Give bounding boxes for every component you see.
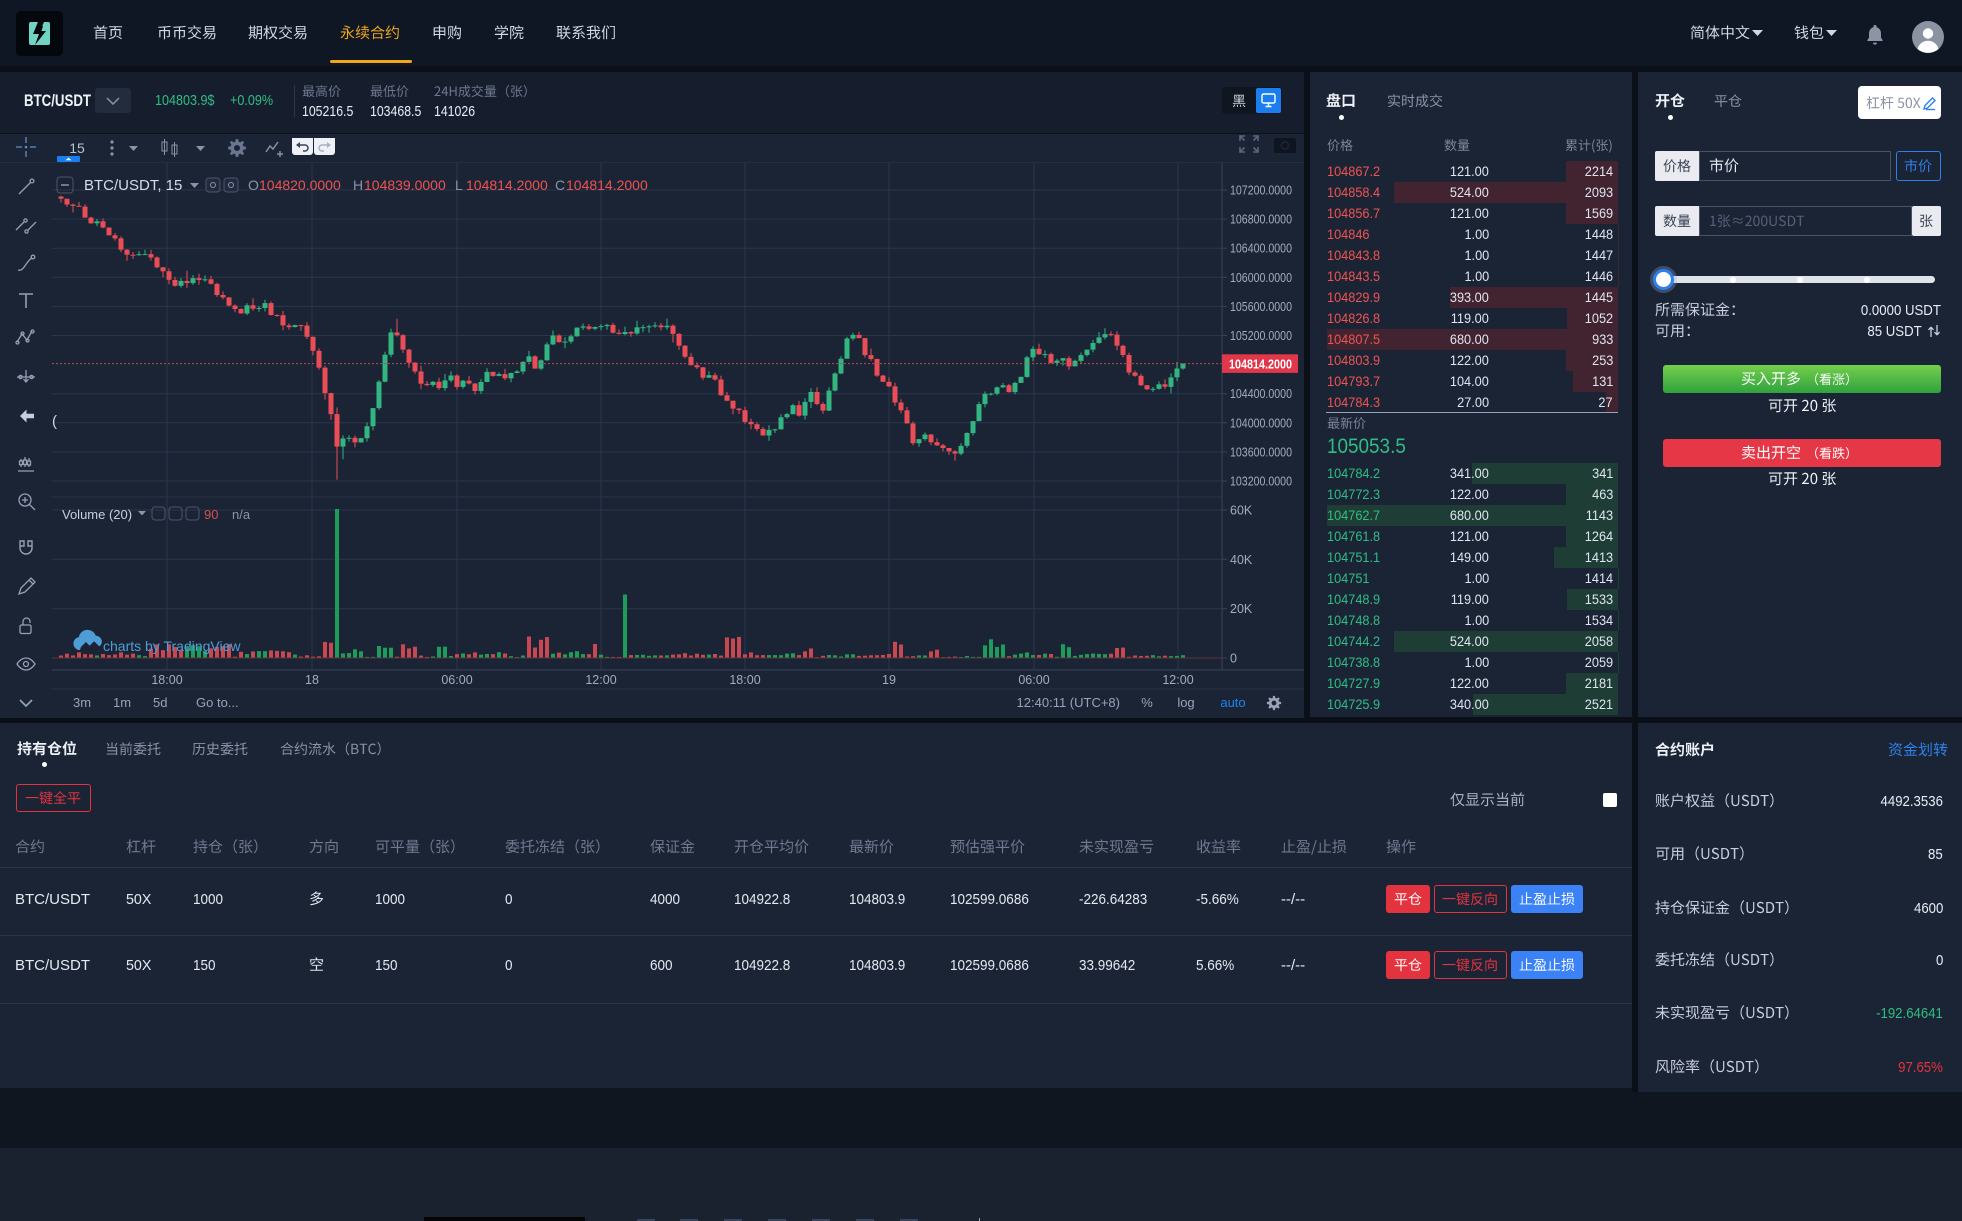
svg-text:1m: 1m bbox=[113, 695, 131, 710]
svg-text:104814.2000: 104814.2000 bbox=[1229, 357, 1292, 371]
svg-text:06:00: 06:00 bbox=[1018, 673, 1049, 687]
svg-text:O: O bbox=[248, 177, 259, 193]
svg-text:auto: auto bbox=[1220, 695, 1245, 710]
svg-text:103600.0000: 103600.0000 bbox=[1230, 445, 1292, 459]
svg-text:106400.0000: 106400.0000 bbox=[1230, 242, 1292, 256]
svg-text:104839.0000: 104839.0000 bbox=[364, 177, 446, 193]
svg-text:12:00: 12:00 bbox=[1162, 673, 1193, 687]
svg-text:Volume (20): Volume (20) bbox=[62, 507, 132, 522]
svg-text:06:00: 06:00 bbox=[441, 673, 472, 687]
svg-text:0: 0 bbox=[1230, 652, 1237, 666]
svg-text:L: L bbox=[455, 177, 463, 193]
svg-text:104400.0000: 104400.0000 bbox=[1230, 387, 1292, 401]
svg-text:Go to...: Go to... bbox=[196, 695, 239, 710]
svg-text:18: 18 bbox=[305, 673, 319, 687]
svg-text:103200.0000: 103200.0000 bbox=[1230, 475, 1292, 489]
svg-text:40K: 40K bbox=[1230, 553, 1253, 567]
svg-text:18:00: 18:00 bbox=[729, 673, 760, 687]
svg-text:90: 90 bbox=[204, 507, 218, 522]
svg-text:105200.0000: 105200.0000 bbox=[1230, 329, 1292, 343]
svg-text:104814.2000: 104814.2000 bbox=[566, 177, 648, 193]
svg-text:12:00: 12:00 bbox=[585, 673, 616, 687]
svg-text:BTC/USDT, 15: BTC/USDT, 15 bbox=[84, 177, 182, 194]
svg-text:104814.2000: 104814.2000 bbox=[466, 177, 548, 193]
svg-text:105600.0000: 105600.0000 bbox=[1230, 300, 1292, 314]
svg-text:106800.0000: 106800.0000 bbox=[1230, 213, 1292, 227]
svg-text:n/a: n/a bbox=[232, 507, 251, 522]
svg-text:C: C bbox=[555, 177, 565, 193]
svg-text:log: log bbox=[1177, 695, 1194, 710]
svg-text:5d: 5d bbox=[153, 695, 167, 710]
svg-text:3m: 3m bbox=[73, 695, 91, 710]
svg-text:60K: 60K bbox=[1230, 504, 1253, 518]
svg-text:107200.0000: 107200.0000 bbox=[1230, 184, 1292, 198]
svg-text:18:00: 18:00 bbox=[151, 673, 182, 687]
svg-text:19: 19 bbox=[882, 673, 896, 687]
svg-text:104000.0000: 104000.0000 bbox=[1230, 416, 1292, 430]
svg-text:104820.0000: 104820.0000 bbox=[259, 177, 341, 193]
svg-text:%: % bbox=[1141, 695, 1153, 710]
svg-text:charts by TradingView: charts by TradingView bbox=[103, 638, 241, 654]
svg-text:12:40:11 (UTC+8): 12:40:11 (UTC+8) bbox=[1017, 695, 1120, 710]
svg-text:H: H bbox=[353, 177, 363, 193]
svg-text:20K: 20K bbox=[1230, 602, 1253, 616]
svg-text:(: ( bbox=[52, 413, 57, 430]
svg-text:106000.0000: 106000.0000 bbox=[1230, 271, 1292, 285]
